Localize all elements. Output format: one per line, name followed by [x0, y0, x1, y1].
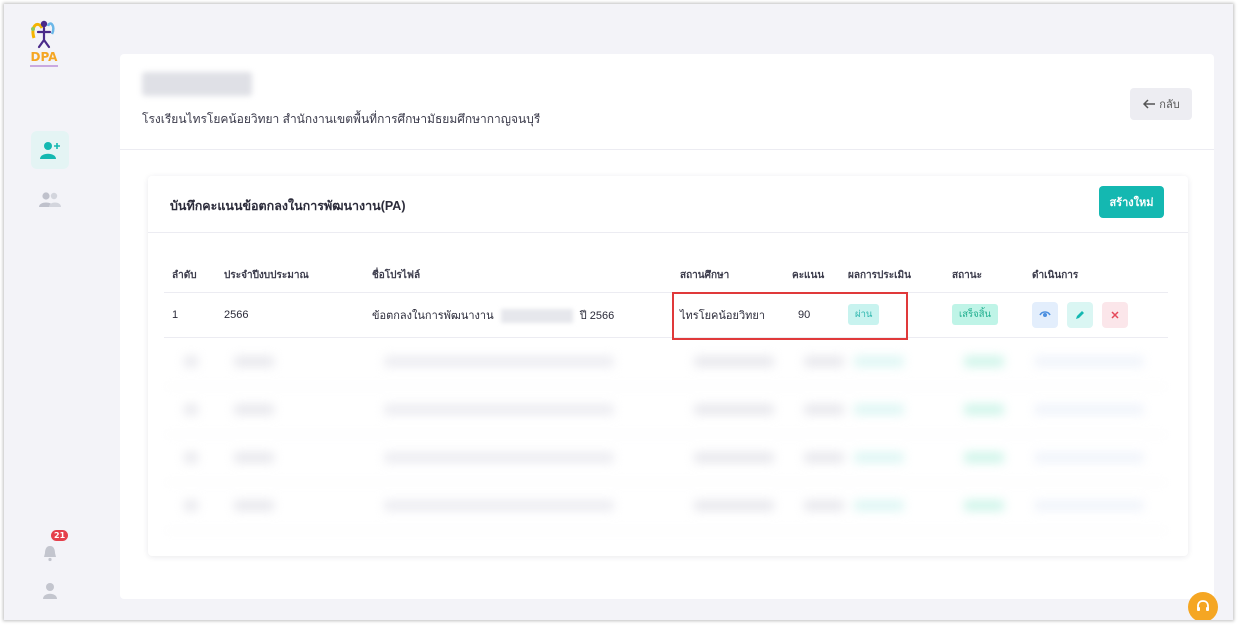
pencil-icon [1076, 310, 1085, 319]
row-profile: ข้อตกลงในการพัฒนางาน ปี 2566 [364, 292, 672, 338]
profile-suffix: ปี 2566 [579, 309, 615, 322]
headset-icon [1197, 600, 1209, 611]
back-button[interactable]: กลับ [1130, 88, 1192, 120]
support-chat-button[interactable] [1188, 592, 1218, 620]
col-school: สถานศึกษา [672, 260, 784, 293]
profile-button[interactable] [31, 572, 69, 610]
users-nav[interactable] [31, 180, 69, 218]
blurred-row [164, 339, 1168, 387]
row-year: 2566 [216, 292, 364, 338]
col-no: ลำดับ [164, 260, 216, 293]
notification-badge: 21 [51, 530, 69, 541]
arrow-left-icon [1143, 99, 1156, 109]
blurred-row [164, 435, 1168, 483]
profile-prefix: ข้อตกลงในการพัฒนางาน [372, 309, 494, 322]
col-actions: ดำเนินการ [1024, 260, 1168, 293]
dpa-logo[interactable]: DPA [20, 14, 68, 72]
profile-icon [43, 583, 57, 599]
blurred-row [164, 387, 1168, 435]
table-header-row: ลำดับ ประจำปีงบประมาณ ชื่อโปรไฟล์ สถานศึ… [164, 260, 1168, 293]
redacted-profile-name [500, 308, 573, 323]
row-no: 1 [164, 292, 216, 338]
logo-text: DPA [31, 50, 59, 64]
close-icon [1111, 310, 1119, 319]
sidebar: DPA 21 [4, 4, 99, 620]
col-status: สถานะ [944, 260, 1024, 293]
blurred-rows [164, 339, 1168, 534]
pa-table: ลำดับ ประจำปีงบประมาณ ชื่อโปรไฟล์ สถานศึ… [164, 260, 1168, 338]
app-window: DPA 21 โรงเรียนไทรโยคน้อยวิทยา สำนักงานเ… [4, 4, 1233, 620]
row-status: เสร็จสิ้น [944, 292, 1024, 338]
notifications-button[interactable]: 21 [31, 530, 69, 572]
pa-records-card: บันทึกคะแนนข้อตกลงในการพัฒนางาน(PA) สร้า… [148, 176, 1188, 556]
card-title: บันทึกคะแนนข้อตกลงในการพัฒนางาน(PA) [170, 199, 406, 213]
bell-icon [44, 546, 56, 562]
view-button[interactable] [1032, 301, 1058, 328]
create-new-button[interactable]: สร้างใหม่ [1099, 186, 1164, 218]
col-year: ประจำปีงบประมาณ [216, 260, 364, 293]
status-badge: เสร็จสิ้น [952, 304, 999, 325]
view-icon [1039, 310, 1051, 317]
divider [148, 232, 1188, 233]
col-score: คะแนน [784, 260, 840, 293]
edit-button[interactable] [1067, 301, 1094, 328]
col-result: ผลการประเมิน [840, 260, 944, 293]
page-header: โรงเรียนไทรโยคน้อยวิทยา สำนักงานเขตพื้นท… [120, 54, 1214, 150]
users-icon [39, 192, 61, 207]
back-label: กลับ [1159, 98, 1180, 111]
table-row: 1 2566 ข้อตกลงในการพัฒนางาน ปี 2566 ไทรโ… [164, 292, 1168, 338]
annotation-highlight-box [672, 292, 908, 340]
col-profile: ชื่อโปรไฟล์ [364, 260, 672, 293]
redacted-teacher-name [142, 72, 252, 96]
delete-button[interactable] [1102, 301, 1129, 328]
main-card: โรงเรียนไทรโยคน้อยวิทยา สำนักงานเขตพื้นท… [120, 54, 1214, 599]
school-line: โรงเรียนไทรโยคน้อยวิทยา สำนักงานเขตพื้นท… [142, 112, 541, 126]
row-actions [1024, 292, 1168, 338]
blurred-row [164, 483, 1168, 531]
add-user-icon [40, 142, 60, 159]
add-user-nav[interactable] [31, 131, 69, 169]
